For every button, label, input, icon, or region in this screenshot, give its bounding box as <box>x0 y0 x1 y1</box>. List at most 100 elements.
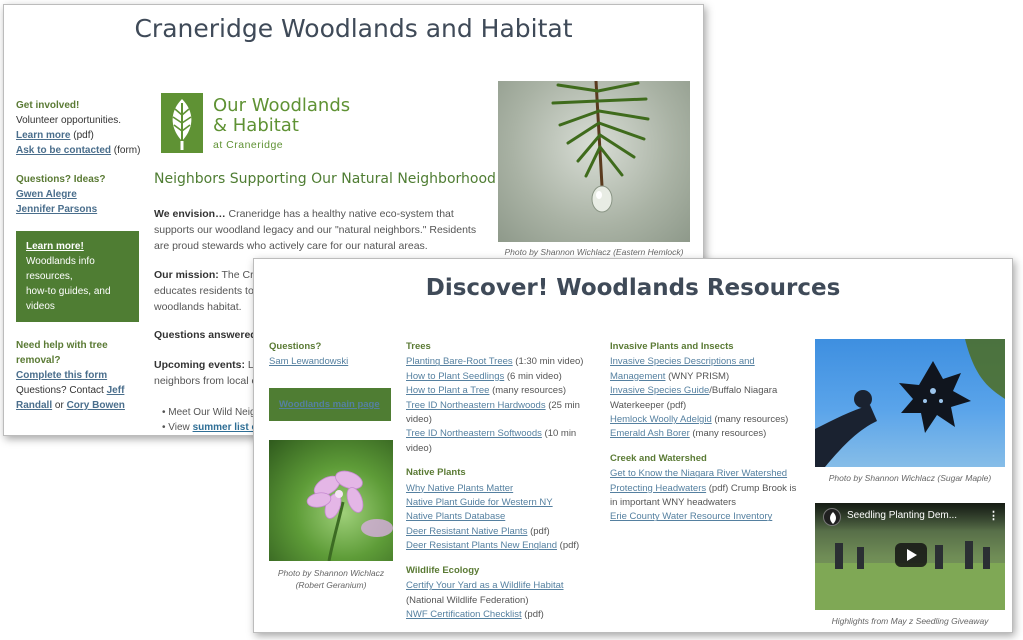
upcoming-label: Upcoming events: <box>154 359 246 371</box>
resource-link[interactable]: Why Native Plants Matter <box>406 483 513 494</box>
complete-form-link[interactable]: Complete this form <box>16 370 107 381</box>
learn-more-box-line: videos <box>26 301 55 312</box>
list-item: Certify Your Yard as a Wildlife Habitat … <box>406 579 586 608</box>
resource-link[interactable]: Erie County Water Resource Inventory <box>610 511 772 522</box>
channel-icon[interactable] <box>823 508 841 526</box>
list-item: Invasive Species Descriptions and Manage… <box>610 355 800 384</box>
list-item: Emerald Ash Borer (many resources) <box>610 427 800 441</box>
questions-answered-label: Questions answered: <box>154 329 261 341</box>
contact-randall-link[interactable]: Randall <box>16 400 52 411</box>
resource-note: (many resources) <box>711 414 789 426</box>
resource-link[interactable]: NWF Certification Checklist <box>406 609 522 620</box>
or-text: or <box>52 400 67 411</box>
wildlife-heading: Wildlife Ecology <box>406 564 480 576</box>
wildlife-section: Wildlife Ecology Certify Your Yard as a … <box>406 564 586 623</box>
learn-more-box[interactable]: Learn more! Woodlands info resources, ho… <box>16 231 139 322</box>
bullet-item: • Meet Our Wild Neig <box>162 407 256 418</box>
learn-more-suffix: (pdf) <box>70 130 94 141</box>
logo-text: Our Woodlands & Habitat <box>213 96 350 136</box>
list-item: Invasive Species Guide/Buffalo Niagara W… <box>610 384 800 413</box>
bullet-text: Meet Our Wild Neig <box>168 407 256 418</box>
resource-link[interactable]: Native Plant Guide for Western NY <box>406 497 553 508</box>
list-item: Protecting Headwaters (pdf) Crump Brook … <box>610 482 800 511</box>
list-item: How to Plant Seedlings (6 min video) <box>406 370 586 384</box>
questions-block: Questions? Ideas? Gwen Alegre Jennifer P… <box>16 172 146 217</box>
resource-note: (pdf) <box>527 525 550 537</box>
resource-note: (pdf) <box>557 540 580 552</box>
resource-link[interactable]: Tree ID Northeastern Softwoods <box>406 428 542 439</box>
native-plants-section: Native Plants Why Native Plants Matter N… <box>406 466 586 553</box>
resource-link[interactable]: Planting Bare-Root Trees <box>406 356 513 367</box>
invasive-heading: Invasive Plants and Insects <box>610 341 734 352</box>
resource-link[interactable]: Deer Resistant Plants New England <box>406 540 557 551</box>
resources-title: Discover! Woodlands Resources <box>425 275 841 301</box>
resource-link[interactable]: Hemlock Woolly Adelgid <box>610 414 712 425</box>
logo-subtext: at Craneridge <box>213 139 284 151</box>
resource-link[interactable]: How to Plant a Tree <box>406 385 489 396</box>
resource-link[interactable]: Protecting Headwaters <box>610 483 706 494</box>
geranium-photo <box>269 440 393 561</box>
mission-label: Our mission: <box>154 269 219 281</box>
get-involved-heading: Get involved! <box>16 100 80 111</box>
resource-link[interactable]: How to Plant Seedlings <box>406 371 504 382</box>
learn-more-box-line: Woodlands info <box>26 256 95 267</box>
contact-sam-link[interactable]: Sam Lewandowski <box>269 356 348 367</box>
list-item: Hemlock Woolly Adelgid (many resources) <box>610 413 800 427</box>
list-item: Deer Resistant Plants New England (pdf) <box>406 539 586 553</box>
contact-gwen-link[interactable]: Gwen Alegre <box>16 189 77 200</box>
tree-removal-block: Need help with tree removal? Complete th… <box>16 338 146 413</box>
envision-paragraph: We envision… Craneridge has a healthy na… <box>154 206 484 254</box>
hemlock-photo <box>498 81 690 242</box>
resource-link[interactable]: Tree ID Northeastern Hardwoods <box>406 400 546 411</box>
more-options-icon[interactable]: ⋮ <box>988 509 999 522</box>
learn-more-box-title[interactable]: Learn more! <box>26 239 129 254</box>
woodlands-main-page-button[interactable]: Woodlands main page <box>269 387 391 421</box>
tree-removal-heading: Need help with tree <box>16 340 108 351</box>
hemlock-photo-caption: Photo by Shannon Wichlacz (Eastern Hemlo… <box>504 247 684 257</box>
resource-link[interactable]: Certify Your Yard as a Wildlife Habitat <box>406 580 564 591</box>
page-title: Craneridge Woodlands and Habitat <box>134 14 573 43</box>
geranium-photo-caption: Photo by Shannon Wichlacz (Robert Gerani… <box>269 567 393 591</box>
creek-heading: Creek and Watershed <box>610 452 707 464</box>
list-item: Why Native Plants Matter <box>406 482 586 496</box>
tree-removal-heading: removal? <box>16 355 61 366</box>
resource-note: (pdf) <box>521 608 544 620</box>
list-item: Get to Know the Niagara River Watershed <box>610 467 800 481</box>
list-item: Deer Resistant Native Plants (pdf) <box>406 525 586 539</box>
leaf-icon <box>161 93 203 153</box>
learn-more-box-line: how-to guides, and <box>26 286 111 297</box>
woodlands-logo: Our Woodlands & Habitat at Craneridge <box>161 93 361 157</box>
list-item: Native Plant Guide for Western NY <box>406 496 586 510</box>
ask-contact-link[interactable]: Ask to be contacted <box>16 145 111 156</box>
learn-more-link[interactable]: Learn more <box>16 130 70 141</box>
bullet-item: • View summer list o <box>162 422 258 433</box>
native-plants-heading: Native Plants <box>406 467 466 479</box>
invasive-section: Invasive Plants and Insects Invasive Spe… <box>610 340 800 442</box>
resource-link[interactable]: Get to Know the Niagara River Watershed <box>610 468 787 479</box>
woodlands-resources-window: Discover! Woodlands Resources Questions?… <box>253 258 1013 633</box>
resource-note: (WNY PRISM) <box>665 370 730 382</box>
resource-link[interactable]: Deer Resistant Native Plants <box>406 526 527 537</box>
contact-jennifer-link[interactable]: Jennifer Parsons <box>16 204 97 215</box>
seedling-video-player[interactable]: Seedling Planting Dem... ⋮ <box>815 503 1005 610</box>
resource-link[interactable]: Emerald Ash Borer <box>610 428 690 439</box>
resource-note: (many resources) <box>489 385 566 397</box>
resource-note: (6 min video) <box>504 370 562 382</box>
video-caption: Highlights from May z Seedling Giveaway <box>831 616 989 626</box>
creek-section: Creek and Watershed Get to Know the Niag… <box>610 452 800 525</box>
sugar-maple-photo <box>815 339 1005 467</box>
video-title[interactable]: Seedling Planting Dem... <box>847 510 977 521</box>
resource-note: (1:30 min video) <box>512 356 584 368</box>
trees-heading: Trees <box>406 341 431 352</box>
list-item: NWF Certification Checklist (pdf) <box>406 608 586 622</box>
list-item: How to Plant a Tree (many resources) <box>406 384 586 398</box>
summer-list-link[interactable]: summer list o <box>193 422 258 433</box>
get-involved-block: Get involved! Volunteer opportunities. L… <box>16 98 146 158</box>
resource-link[interactable]: Invasive Species Guide <box>610 385 709 396</box>
contact-cory-link[interactable]: Cory Bowen <box>67 400 125 411</box>
questions-heading: Questions? <box>269 341 322 352</box>
ask-contact-suffix: (form) <box>111 145 141 156</box>
resource-link[interactable]: Native Plants Database <box>406 511 505 522</box>
contact-jeff-link[interactable]: Jeff <box>107 385 125 396</box>
play-button-icon[interactable] <box>895 543 927 567</box>
